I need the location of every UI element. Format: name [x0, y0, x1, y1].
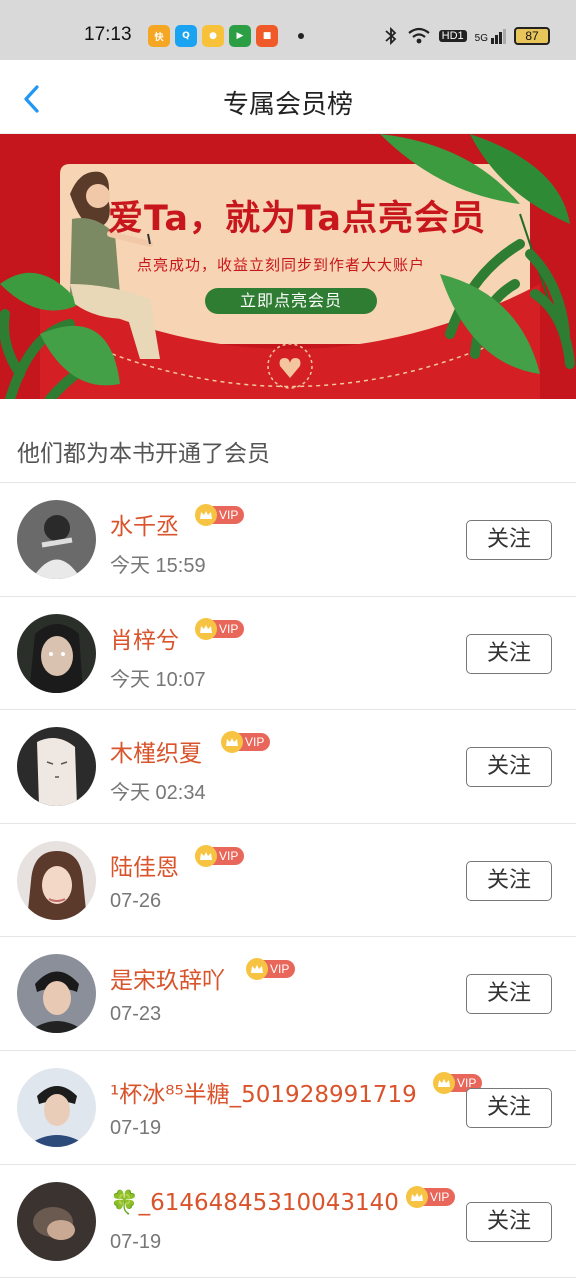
member-name[interactable]: 肖梓兮	[110, 621, 179, 655]
avatar[interactable]	[17, 1067, 96, 1147]
membership-banner[interactable]: 爱Ta，就为Ta点亮会员 点亮成功，收益立刻同步到作者大大账户 立即点亮会员	[0, 134, 576, 399]
member-name[interactable]: ¹杯冰⁸⁵半糖_501928991719	[110, 1075, 417, 1109]
follow-button[interactable]: 关注	[466, 520, 552, 560]
follow-button[interactable]: 关注	[466, 1087, 552, 1128]
vip-badge: VIP	[195, 844, 245, 867]
network-label: 5G	[474, 32, 488, 44]
status-bar: 17:13 快 Q ● ▶ ■ HD1 5G 87	[0, 0, 576, 60]
wifi-icon	[407, 27, 430, 44]
join-time: 07-19	[110, 1230, 162, 1253]
list-item[interactable]: ¹杯冰⁸⁵半糖_501928991719 VIP 07-19 关注	[0, 1051, 576, 1165]
list-item[interactable]: 🍀_61464845310043140 VIP 07-19 关注	[0, 1165, 576, 1279]
kuaishou-icon: 快	[148, 25, 170, 47]
join-time: 今天 02:34	[110, 782, 206, 805]
member-name[interactable]: 水千丞	[110, 507, 179, 541]
banner-subtitle: 点亮成功，收益立刻同步到作者大大账户	[137, 256, 426, 274]
join-time: 07-26	[110, 889, 162, 912]
vip-badge: VIP	[246, 958, 296, 981]
page-title: 专属会员榜	[222, 90, 353, 120]
avatar[interactable]	[17, 500, 96, 579]
member-name[interactable]: 🍀_61464845310043140	[110, 1189, 399, 1216]
member-list: 水千丞 VIP 今天 15:59 关注 肖梓兮 VIP 今天 10:07 关注 …	[0, 483, 576, 1279]
member-name[interactable]: 是宋玖辞吖	[110, 961, 225, 995]
list-item[interactable]: 肖梓兮 VIP 今天 10:07 关注	[0, 597, 576, 711]
crown-icon	[433, 1071, 455, 1094]
follow-button[interactable]: 关注	[466, 633, 552, 674]
battery-icon: 87	[514, 27, 550, 45]
list-item[interactable]: 陆佳恩 VIP 07-26 关注	[0, 824, 576, 938]
status-time: 17:13	[84, 24, 132, 45]
vip-badge: VIP	[406, 1185, 456, 1208]
crown-icon	[195, 844, 217, 867]
signal-icon: 5G	[474, 28, 506, 44]
crown-icon	[195, 504, 217, 526]
avatar[interactable]	[17, 727, 96, 807]
follow-button[interactable]: 关注	[466, 747, 552, 788]
video-icon: ▶	[229, 25, 251, 47]
member-name[interactable]: 木槿织夏	[110, 734, 202, 768]
activate-membership-button[interactable]: 立即点亮会员	[205, 288, 377, 314]
section-title: 他们都为本书开通了会员	[17, 441, 270, 467]
follow-button[interactable]: 关注	[466, 860, 552, 901]
join-time: 07-19	[110, 1116, 162, 1139]
vip-badge: VIP	[221, 731, 271, 754]
join-time: 今天 10:07	[110, 668, 206, 691]
bluetooth-icon	[385, 26, 396, 46]
avatar[interactable]	[17, 954, 96, 1034]
game-icon: ●	[202, 25, 224, 47]
join-time: 今天 15:59	[110, 555, 206, 577]
banner-headline: 爱Ta，就为Ta点亮会员	[108, 199, 486, 239]
avatar[interactable]	[17, 1181, 96, 1261]
list-item[interactable]: 是宋玖辞吖 VIP 07-23 关注	[0, 937, 576, 1051]
app-icon: ■	[256, 25, 278, 47]
list-item[interactable]: 水千丞 VIP 今天 15:59 关注	[0, 483, 576, 597]
qq-icon: Q	[175, 25, 197, 47]
status-indicators: HD1 5G 87	[383, 24, 550, 48]
follow-button[interactable]: 关注	[466, 974, 552, 1015]
avatar[interactable]	[17, 613, 96, 693]
list-item[interactable]: 木槿织夏 VIP 今天 02:34 关注	[0, 710, 576, 824]
battery-level: 87	[525, 29, 539, 43]
hd-icon: HD1	[438, 30, 467, 42]
vip-badge: VIP	[195, 617, 245, 640]
avatar[interactable]	[17, 840, 96, 920]
vip-badge: VIP	[195, 504, 245, 526]
notification-dot-icon	[298, 33, 304, 39]
nav-header: 专属会员榜	[0, 60, 576, 134]
crown-icon	[195, 617, 217, 640]
follow-button[interactable]: 关注	[466, 1201, 552, 1242]
crown-icon	[406, 1185, 428, 1208]
join-time: 07-23	[110, 1003, 162, 1026]
status-app-icons: 快 Q ● ▶ ■	[148, 24, 278, 48]
member-name[interactable]: 陆佳恩	[110, 848, 179, 882]
